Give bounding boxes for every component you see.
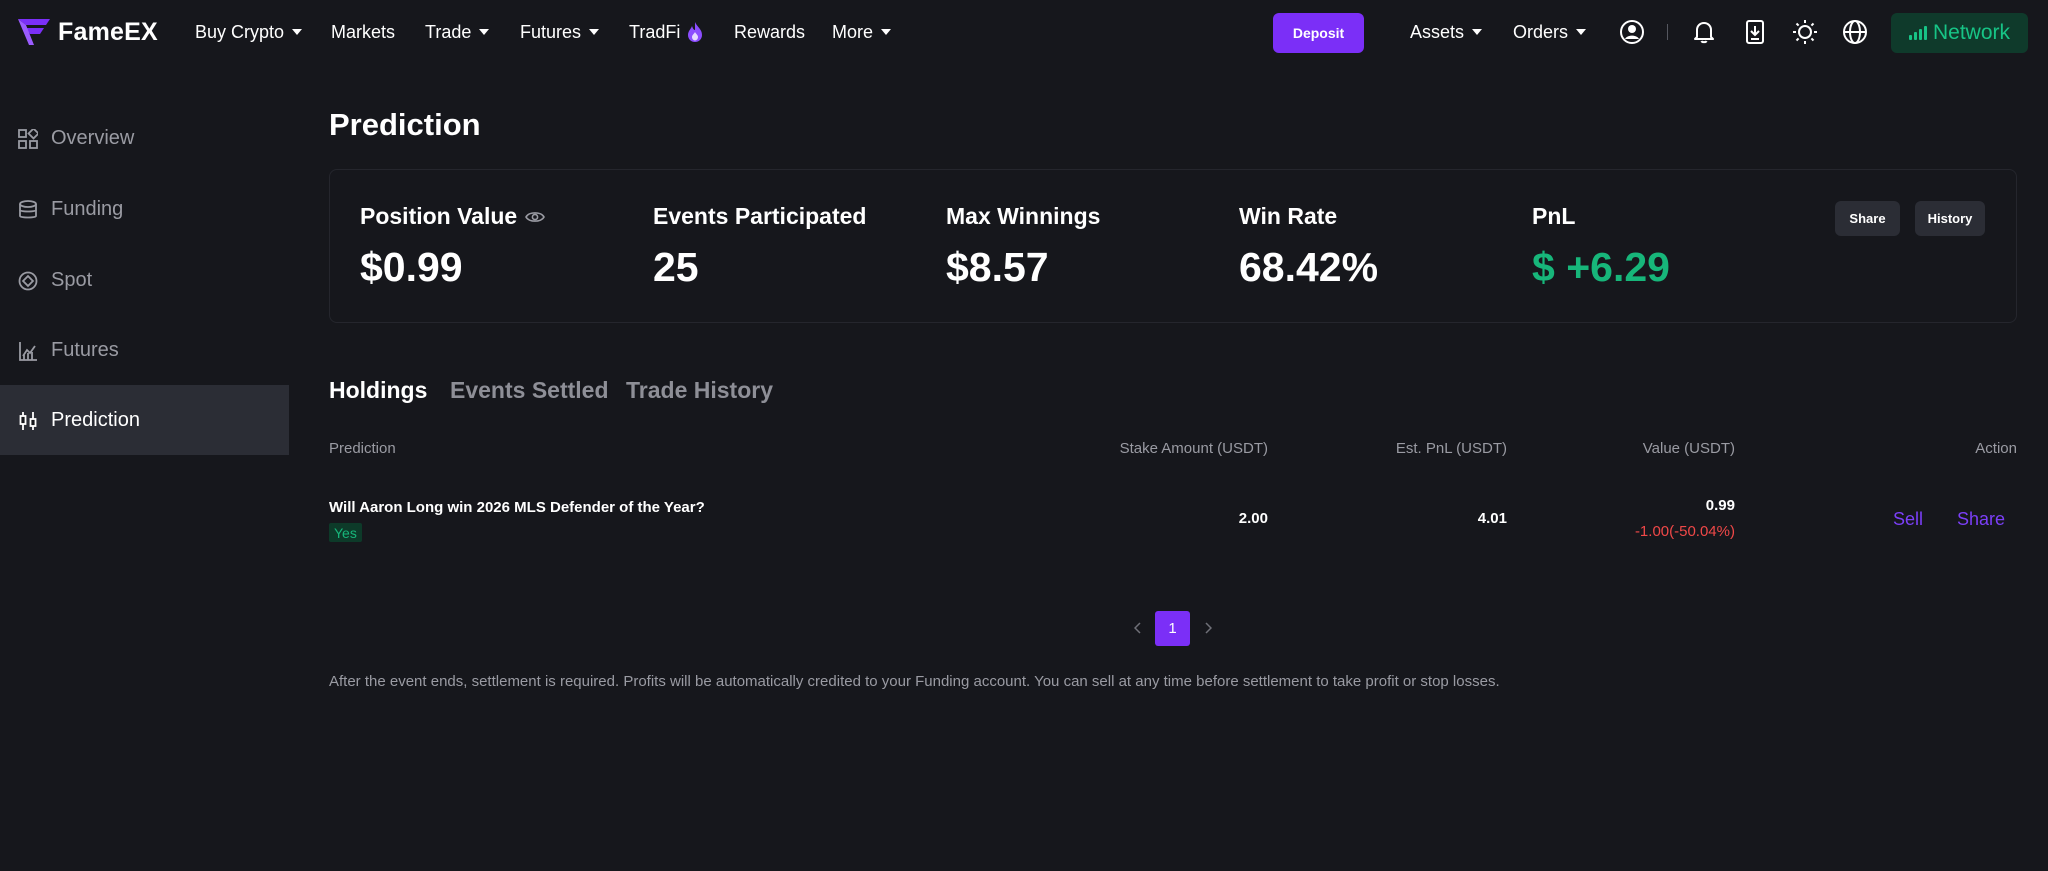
nav-more-label: More bbox=[832, 21, 874, 42]
prev-page-icon[interactable] bbox=[1130, 620, 1146, 636]
caret-down-icon bbox=[881, 29, 892, 35]
column-header-stake: Stake Amount (USDT) bbox=[1119, 440, 1268, 457]
nav-rewards[interactable]: Rewards bbox=[734, 20, 805, 44]
page-title: Prediction bbox=[329, 107, 481, 142]
sidebar-item-prediction[interactable]: Prediction bbox=[0, 385, 289, 455]
brand-name: FameEX bbox=[58, 17, 158, 46]
caret-down-icon bbox=[292, 29, 303, 35]
sidebar-item-spot[interactable]: Spot bbox=[0, 245, 289, 315]
nav-buy-crypto[interactable]: Buy Crypto bbox=[195, 20, 303, 44]
nav-tradfi[interactable]: TradFi bbox=[629, 20, 704, 44]
stat-value: 68.42% bbox=[1239, 244, 1379, 290]
database-icon bbox=[19, 200, 37, 219]
next-page-icon[interactable] bbox=[1200, 620, 1216, 636]
network-button[interactable]: Network bbox=[1891, 13, 2028, 53]
column-header-est-pnl: Est. PnL (USDT) bbox=[1395, 440, 1507, 457]
sell-button[interactable]: Sell bbox=[1893, 509, 1923, 530]
fameex-logo-icon bbox=[18, 19, 50, 45]
bell-icon[interactable] bbox=[1691, 19, 1717, 45]
stake-amount: 2.00 bbox=[1238, 510, 1268, 527]
stat-label: PnL bbox=[1532, 203, 1576, 229]
sun-icon[interactable] bbox=[1792, 19, 1818, 45]
network-label: Network bbox=[1932, 21, 2011, 44]
fameex-logo[interactable]: FameEX bbox=[16, 16, 158, 48]
stat-pnl: PnL $ +6.29 bbox=[1532, 203, 1670, 291]
globe-icon[interactable] bbox=[1842, 19, 1868, 45]
stat-label: Win Rate bbox=[1239, 203, 1338, 229]
top-navbar: FameEX Buy Crypto Markets Trade Futures … bbox=[0, 0, 2048, 64]
row-share-button[interactable]: Share bbox=[1957, 509, 2005, 530]
history-button[interactable]: History bbox=[1915, 201, 1985, 236]
column-header-value: Value (USDT) bbox=[1642, 440, 1735, 457]
stat-label: Max Winnings bbox=[946, 203, 1101, 229]
nav-futures[interactable]: Futures bbox=[520, 20, 600, 44]
nav-futures-label: Futures bbox=[520, 21, 582, 42]
stat-max-winnings: Max Winnings $8.57 bbox=[946, 203, 1100, 291]
caret-down-icon bbox=[1576, 29, 1587, 35]
page-number-current[interactable]: 1 bbox=[1155, 611, 1190, 646]
stats-card: Position Value $0.99 Events Participated… bbox=[329, 169, 2017, 323]
stat-value: $0.99 bbox=[360, 244, 463, 290]
settlement-footnote: After the event ends, settlement is requ… bbox=[329, 673, 1500, 690]
position-value: 0.99 bbox=[1705, 497, 1735, 514]
column-header-action: Action bbox=[1975, 440, 2017, 457]
outcome-badge: Yes bbox=[329, 523, 362, 542]
nav-buy-crypto-label: Buy Crypto bbox=[195, 21, 285, 42]
tab-trade-history[interactable]: Trade History bbox=[626, 377, 773, 404]
nav-trade-label: Trade bbox=[425, 21, 472, 42]
signal-bars-icon bbox=[1908, 26, 1927, 40]
fire-icon bbox=[686, 21, 704, 43]
caret-down-icon bbox=[1472, 29, 1483, 35]
eye-icon[interactable] bbox=[525, 210, 546, 224]
sidebar-item-funding[interactable]: Funding bbox=[0, 174, 289, 244]
stat-value: 25 bbox=[653, 244, 699, 290]
nav-rewards-label: Rewards bbox=[734, 21, 806, 42]
nav-divider bbox=[1667, 24, 1668, 40]
caret-down-icon bbox=[479, 29, 490, 35]
nav-markets-label: Markets bbox=[331, 21, 396, 42]
download-app-icon[interactable] bbox=[1742, 19, 1768, 45]
sidebar-item-label: Funding bbox=[51, 197, 124, 220]
user-icon[interactable] bbox=[1619, 19, 1645, 45]
nav-assets[interactable]: Assets bbox=[1410, 20, 1483, 44]
candlestick-icon bbox=[19, 412, 37, 430]
stat-events-participated: Events Participated 25 bbox=[653, 203, 866, 291]
prediction-question[interactable]: Will Aaron Long win 2026 MLS Defender of… bbox=[329, 499, 705, 516]
sidebar-item-label: Prediction bbox=[51, 408, 140, 431]
stat-value: $ +6.29 bbox=[1532, 244, 1670, 290]
nav-tradfi-label: TradFi bbox=[629, 21, 681, 42]
caret-down-icon bbox=[589, 29, 600, 35]
target-icon bbox=[18, 271, 38, 291]
sidebar-item-futures[interactable]: Futures bbox=[0, 315, 289, 385]
nav-markets[interactable]: Markets bbox=[331, 20, 395, 44]
stat-value: $8.57 bbox=[946, 244, 1049, 290]
tab-holdings[interactable]: Holdings bbox=[329, 377, 427, 404]
stat-label: Position Value bbox=[360, 203, 518, 229]
stat-win-rate: Win Rate 68.42% bbox=[1239, 203, 1378, 291]
est-pnl: 4.01 bbox=[1477, 510, 1507, 527]
nav-orders-label: Orders bbox=[1513, 21, 1569, 42]
column-header-prediction: Prediction bbox=[329, 440, 396, 457]
sidebar-item-label: Overview bbox=[51, 126, 135, 149]
chart-icon bbox=[19, 342, 37, 361]
nav-orders[interactable]: Orders bbox=[1513, 20, 1587, 44]
nav-trade[interactable]: Trade bbox=[425, 20, 490, 44]
stat-position-value: Position Value $0.99 bbox=[360, 203, 546, 291]
sidebar-item-label: Futures bbox=[51, 338, 119, 361]
deposit-button[interactable]: Deposit bbox=[1273, 13, 1364, 53]
sidebar-item-overview[interactable]: Overview bbox=[0, 103, 289, 173]
value-change: -1.00(-50.04%) bbox=[1634, 523, 1735, 540]
share-button[interactable]: Share bbox=[1835, 201, 1900, 236]
tab-events-settled[interactable]: Events Settled bbox=[450, 377, 609, 404]
stat-label: Events Participated bbox=[653, 203, 867, 229]
nav-assets-label: Assets bbox=[1410, 21, 1465, 42]
nav-more[interactable]: More bbox=[832, 20, 892, 44]
grid-icon bbox=[18, 129, 38, 149]
sidebar-item-label: Spot bbox=[51, 268, 93, 291]
